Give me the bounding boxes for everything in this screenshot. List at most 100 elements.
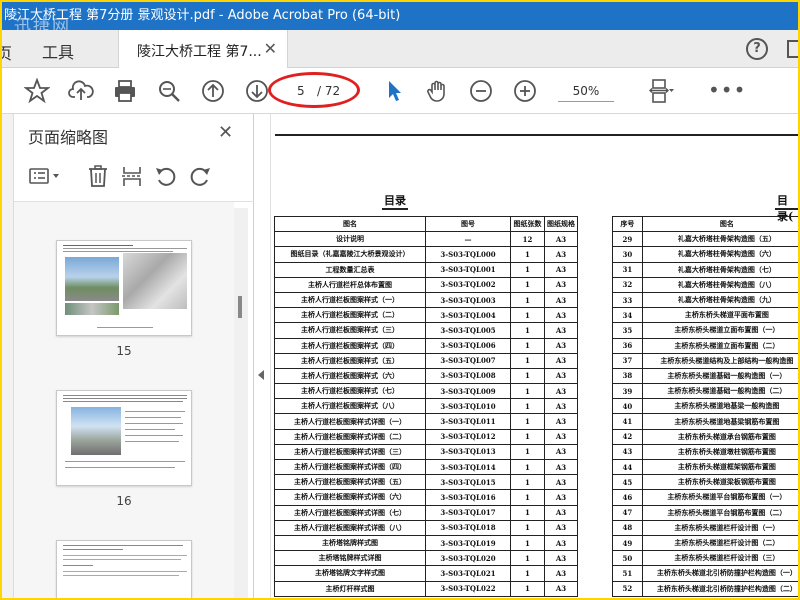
panel-close-icon[interactable]: ✕ <box>218 122 233 143</box>
table-cell: 51 <box>612 565 643 582</box>
heading-underline <box>382 208 408 210</box>
table-cell: A3 <box>543 534 579 552</box>
search-zoom-icon[interactable] <box>156 78 182 104</box>
more-tools-icon[interactable]: ••• <box>708 78 746 102</box>
zoom-in-icon[interactable] <box>512 78 538 104</box>
table-cell: 主桥东桥头梯道立面布置图（二） <box>641 337 798 354</box>
collapse-panel-icon[interactable] <box>258 370 264 380</box>
table-header-row: 图名 图号 图纸张数 图纸规格 <box>274 215 579 233</box>
table-cell: 1 <box>510 352 545 369</box>
next-page-icon[interactable] <box>244 78 270 104</box>
rotate-right-icon[interactable] <box>188 164 212 188</box>
table-cell: 50 <box>612 550 643 567</box>
highlight-annotation-circle <box>268 72 360 108</box>
thumbnail-scrollbar[interactable] <box>234 208 248 598</box>
print-icon[interactable] <box>112 78 138 104</box>
thumbnail-options-icon[interactable] <box>28 164 64 188</box>
column-header: 图名 <box>641 215 798 233</box>
nav-pane-strip <box>2 114 14 598</box>
table-cell: 52 <box>612 580 643 597</box>
table-cell: 3-S03-TQL022 <box>424 580 512 597</box>
toc-heading-left: 目录 <box>384 194 406 207</box>
table-row: 主桥人行道栏板图案样式详图（一） 3-S03-TQL011 1 A3 <box>274 413 579 430</box>
table-cell: 44 <box>612 458 643 476</box>
table-cell: 33 <box>612 291 643 309</box>
table-cell: 礼嘉大桥塔柱骨架构造图（六） <box>641 246 798 263</box>
column-header: 图纸张数 <box>510 215 545 233</box>
table-row: 主桥人行道栏板图案样式（四） 3-S03-TQL006 1 A3 <box>274 337 579 354</box>
table-cell: A3 <box>543 565 579 582</box>
table-cell: 12 <box>510 231 545 248</box>
table-row: 35 主桥东桥头梯道立面布置图（一） <box>612 322 798 339</box>
table-row: 30 礼嘉大桥塔柱骨架构造图（六） <box>612 246 798 263</box>
table-cell: 主桥人行道栏板图案样式（三） <box>274 322 426 339</box>
upload-cloud-icon[interactable] <box>68 78 94 104</box>
table-cell: 主桥人行道栏板图案样式（五） <box>274 352 426 369</box>
table-cell: 主桥人行道栏板图案样式（二） <box>274 307 426 324</box>
table-cell: 主桥东桥头梯道北引桥防撞护栏构造图（二） <box>641 580 798 597</box>
table-cell: 3-S03-TQL006 <box>424 337 512 354</box>
fit-page-icon[interactable] <box>648 78 674 104</box>
table-row: 主桥人行道栏杆总体布置图 3-S03-TQL002 1 A3 <box>274 276 579 293</box>
bookmark-star-icon[interactable] <box>23 77 51 104</box>
sign-in-icon[interactable] <box>787 40 798 58</box>
table-cell: 主桥塔铭牌文字样式图 <box>274 565 426 582</box>
thumbnail-page-17[interactable] <box>56 540 192 598</box>
table-cell: 3-S03-TQL000 <box>424 246 512 263</box>
table-cell: 3-S03-TQL018 <box>424 519 512 536</box>
scrollbar-thumb[interactable] <box>238 296 242 318</box>
table-cell: 1 <box>510 276 545 293</box>
extract-page-icon[interactable] <box>120 164 144 188</box>
table-cell: 3-S03-TQL011 <box>424 413 512 430</box>
table-cell: 主桥东桥头梯道基础一般构造图（二） <box>641 383 798 400</box>
thumbnail-page-16[interactable] <box>56 390 192 486</box>
tab-document[interactable]: 陵江大桥工程 第7... ✕ <box>118 30 288 69</box>
table-row: 43 主桥东桥头梯道墩柱钢筋布置图 <box>612 443 798 461</box>
table-cell: A3 <box>543 519 579 536</box>
table-cell: 3-S03-TQL003 <box>424 291 512 309</box>
table-cell: 主桥人行道栏杆总体布置图 <box>274 276 426 293</box>
table-cell: 1 <box>510 413 545 430</box>
table-cell: A3 <box>543 291 579 309</box>
thumbnail-drawing <box>123 253 187 309</box>
table-row: 38 主桥东桥头梯道基础一般构造图（一） <box>612 367 798 385</box>
table-cell: 1 <box>510 534 545 552</box>
table-row: 33 礼嘉大桥塔柱骨架构造图（九） <box>612 291 798 309</box>
table-cell: 主桥东桥头梯道基础一般构造图（一） <box>641 367 798 385</box>
select-cursor-icon[interactable] <box>382 78 408 104</box>
table-row: 34 主桥东桥头梯道平面布置图 <box>612 307 798 324</box>
table-cell: 主桥人行道栏板图案样式详图（七） <box>274 504 426 521</box>
thumbnail-toolbar <box>14 154 254 202</box>
table-cell: 主桥塔铭牌样式详图 <box>274 550 426 567</box>
document-view[interactable]: 目录 目录( 图名 图号 图纸张数 图纸规格 设计说明 —12 A3 图纸目录（礼嘉嘉陵江大… <box>254 114 798 598</box>
table-cell: A3 <box>543 383 579 400</box>
previous-page-icon[interactable] <box>200 78 226 104</box>
table-cell: 49 <box>612 534 643 552</box>
table-cell: 31 <box>612 261 643 278</box>
zoom-out-icon[interactable] <box>468 78 494 104</box>
panel-title: 页面缩略图 <box>28 128 109 147</box>
tab-tools[interactable]: 工具 <box>42 39 74 63</box>
table-cell: 礼嘉大桥塔柱骨架构造图（七） <box>641 261 798 278</box>
delete-page-icon[interactable] <box>86 164 110 188</box>
thumbnail-page-15[interactable] <box>56 240 192 336</box>
zoom-level-field[interactable]: 50% <box>558 80 614 102</box>
rotate-left-icon[interactable] <box>154 164 178 188</box>
tab-close-icon[interactable]: ✕ <box>264 39 277 58</box>
table-row: 42 主桥东桥头梯道承台钢筋布置图 <box>612 428 798 445</box>
table-cell: A3 <box>543 504 579 521</box>
tab-home[interactable]: 页 <box>2 40 12 64</box>
table-cell: 主桥东桥头梯道栏杆设计图（二） <box>641 534 798 552</box>
help-icon[interactable]: ? <box>746 38 768 60</box>
table-row: 工程数量汇总表 3-S03-TQL001 1 A3 <box>274 261 579 278</box>
table-cell: 主桥东桥头梯道结构及上部结构一般构造图 <box>641 352 798 369</box>
table-cell: 主桥东桥头梯道北引桥防撞护栏构造图（一） <box>641 565 798 582</box>
hand-tool-icon[interactable] <box>424 78 450 104</box>
table-cell: 1 <box>510 580 545 597</box>
table-row: 主桥人行道栏板图案样式（一） 3-S03-TQL003 1 A3 <box>274 291 579 309</box>
table-cell: 38 <box>612 367 643 385</box>
table-cell: 1 <box>510 398 545 415</box>
table-cell: 36 <box>612 337 643 354</box>
table-cell: 主桥人行道栏板图案样式（一） <box>274 291 426 309</box>
table-cell: 48 <box>612 519 643 536</box>
